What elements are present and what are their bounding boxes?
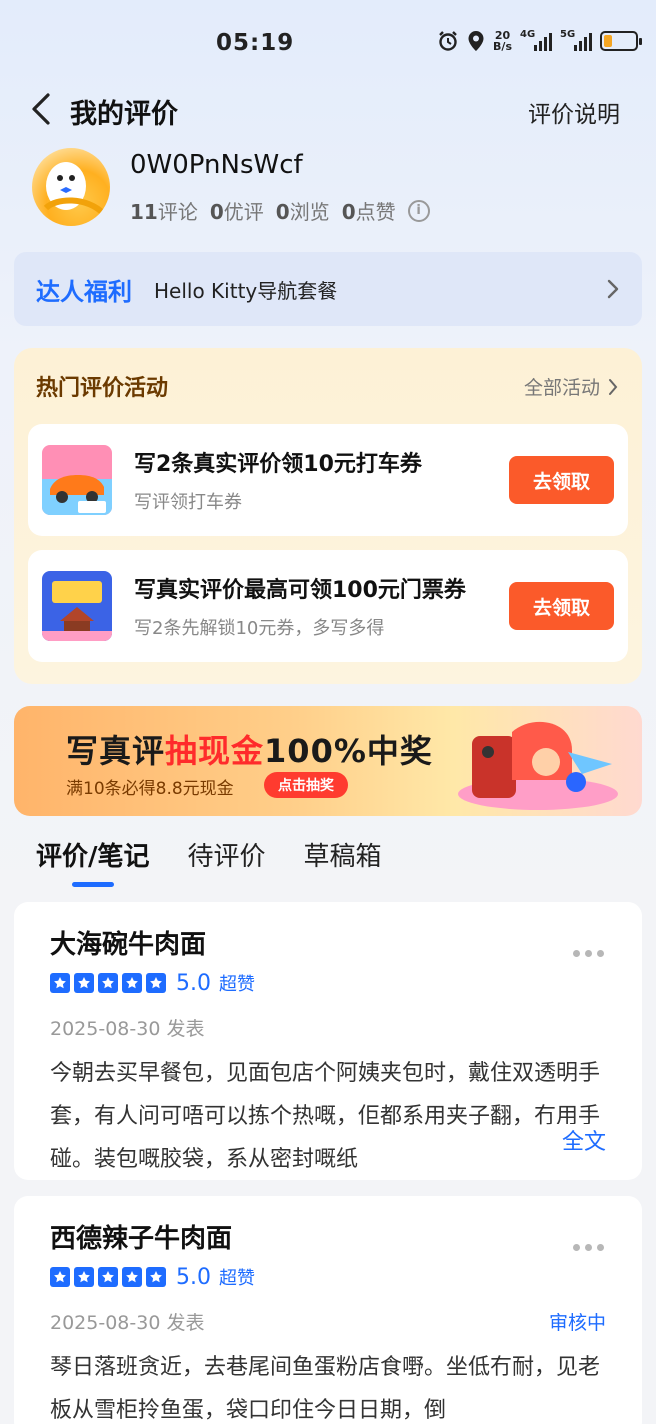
stat-views: 0浏览: [275, 200, 330, 224]
back-button[interactable]: [28, 92, 56, 126]
chevron-left-icon: [32, 93, 50, 125]
profile-stats: 11评论 0优评 0浏览 0点赞 i: [130, 196, 430, 225]
shop-name: 大海碗牛肉面: [50, 930, 207, 960]
review-tabs: 评价/笔记 待评价 草稿箱: [36, 836, 382, 887]
review-date: 2025-08-30 发表: [50, 1312, 205, 1334]
banner-gift-illustration: [458, 721, 618, 810]
activity-card[interactable]: 写真实评价最高可领100元门票券 写2条先解锁10元券，多写多得 去领取: [28, 550, 628, 662]
rating-tag: 超赞: [219, 974, 255, 995]
info-icon[interactable]: i: [407, 199, 430, 222]
hot-activities-panel: 热门评价活动 全部活动 写2条真实评价领10元打车券 写评领打车券 去领取 写真…: [14, 348, 642, 684]
alarm-icon: [437, 30, 459, 52]
activity-title: 写2条真实评价领10元打车券: [134, 452, 422, 477]
cash-lottery-banner[interactable]: 写真评抽现金100%中奖 满10条必得8.8元现金 点击抽奖: [14, 706, 642, 816]
chevron-right-icon: [607, 279, 619, 299]
rating-score: 5.0: [176, 1264, 211, 1290]
page-header: 我的评价 评价说明: [0, 84, 656, 134]
activity-thumbnail-car: [42, 445, 112, 515]
expert-welfare-label: 达人福利: [36, 278, 132, 306]
star-icon: [122, 1267, 142, 1287]
review-text: 琴日落班贪近，去巷尾间鱼蛋粉店食嘢。坐低冇耐，见老板从雪柜拎鱼蛋，袋口印住今日日…: [50, 1355, 601, 1423]
tab-pending-review[interactable]: 待评价: [188, 836, 266, 887]
star-icon: [50, 973, 70, 993]
star-icon: [50, 1267, 70, 1287]
location-icon: [467, 30, 485, 52]
net-speed: 20 B/s: [493, 29, 512, 53]
full-text-link[interactable]: 全文: [525, 1124, 606, 1156]
activity-subtitle: 写2条先解锁10元券，多写多得: [134, 618, 385, 639]
all-activities-link[interactable]: 全部活动: [524, 373, 618, 400]
activity-card[interactable]: 写2条真实评价领10元打车券 写评领打车券 去领取: [28, 424, 628, 536]
review-card[interactable]: 西德辣子牛肉面 5.0 超赞 2025-08-30 发表 审核中 琴日落班贪近，…: [14, 1196, 642, 1424]
chevron-right-icon: [609, 378, 618, 395]
status-time: 05:19: [216, 30, 295, 56]
tab-drafts[interactable]: 草稿箱: [304, 836, 382, 887]
review-explain-link[interactable]: 评价说明: [528, 95, 620, 129]
activity-thumbnail-temple: [42, 571, 112, 641]
review-status-badge: 审核中: [548, 1312, 606, 1334]
activity-subtitle: 写评领打车券: [134, 492, 242, 513]
rating-score: 5.0: [176, 970, 211, 996]
claim-button[interactable]: 去领取: [509, 582, 614, 630]
expert-welfare-bar[interactable]: 达人福利 Hello Kitty导航套餐: [14, 252, 642, 326]
shop-name: 西德辣子牛肉面: [50, 1224, 233, 1254]
star-icon: [122, 973, 142, 993]
activity-title: 写真实评价最高可领100元门票券: [134, 578, 466, 603]
status-icons: 20 B/s 4G 5G: [437, 29, 642, 53]
star-icon: [146, 973, 166, 993]
rating-stars: 5.0 超赞: [50, 1264, 255, 1290]
hot-activities-title: 热门评价活动: [36, 376, 169, 401]
star-icon: [74, 973, 94, 993]
username: 0W0PnNsWcf: [130, 150, 303, 180]
battery-icon: [600, 31, 642, 51]
stat-likes: 0点赞: [341, 200, 396, 224]
review-text: 今朝去买早餐包，见面包店个阿姨夹包时，戴住双透明手套，有人问可唔可以拣个热嘅，佢…: [50, 1061, 601, 1172]
banner-subline: 满10条必得8.8元现金: [66, 779, 234, 799]
status-bar: 05:19 20 B/s 4G 5G: [0, 0, 656, 88]
review-card[interactable]: 大海碗牛肉面 5.0 超赞 2025-08-30 发表 今朝去买早餐包，见面包店…: [14, 902, 642, 1180]
claim-button[interactable]: 去领取: [509, 456, 614, 504]
stat-good-reviews: 0优评: [209, 200, 264, 224]
star-icon: [74, 1267, 94, 1287]
banner-headline: 写真评抽现金100%中奖: [66, 732, 433, 770]
star-icon: [98, 973, 118, 993]
avatar[interactable]: [32, 148, 110, 226]
review-date: 2025-08-30 发表: [50, 1018, 205, 1040]
stat-reviews: 11评论: [130, 200, 198, 224]
rating-tag: 超赞: [219, 1268, 255, 1289]
draw-button[interactable]: 点击抽奖: [264, 772, 348, 798]
more-options-icon[interactable]: [573, 950, 604, 957]
signal-4g-icon: 4G: [520, 29, 552, 51]
expert-welfare-value: Hello Kitty导航套餐: [154, 279, 338, 303]
star-icon: [98, 1267, 118, 1287]
star-icon: [146, 1267, 166, 1287]
rating-stars: 5.0 超赞: [50, 970, 255, 996]
tab-reviews-notes[interactable]: 评价/笔记: [36, 836, 150, 887]
signal-5g-icon: 5G: [560, 29, 592, 51]
more-options-icon[interactable]: [573, 1244, 604, 1251]
page-title: 我的评价: [70, 99, 178, 130]
